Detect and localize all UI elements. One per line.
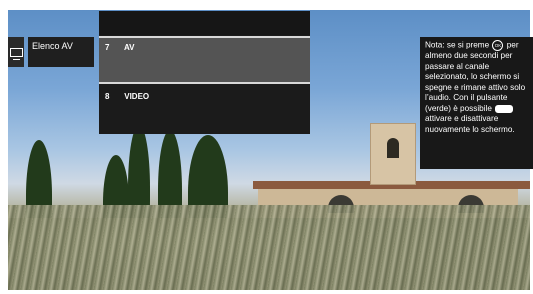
av-list: 7 AV 8 VIDEO — [99, 35, 310, 134]
note-text-1: Nota: se si preme — [425, 40, 490, 50]
item-number: 8 — [105, 92, 110, 101]
olive-shrubs — [8, 205, 530, 290]
tv-screen-icon — [8, 37, 24, 67]
bell-tower — [370, 123, 416, 185]
item-label: AV — [123, 43, 135, 52]
ok-button-icon: OK — [492, 40, 504, 51]
item-number: 7 — [105, 43, 110, 52]
av-list-title: Elenco AV — [28, 37, 94, 67]
bell-window — [387, 138, 399, 158]
item-label: VIDEO — [124, 92, 150, 101]
list-header-bar — [99, 11, 310, 35]
list-item-video[interactable]: 8 VIDEO — [99, 87, 310, 135]
list-item-av[interactable]: 7 AV — [99, 36, 310, 84]
green-button-icon — [495, 104, 514, 113]
note-text-4: attivare e disattivare nuovamente lo sch… — [425, 114, 515, 134]
note-panel: Nota: se si preme OK per almeno due seco… — [420, 37, 533, 169]
